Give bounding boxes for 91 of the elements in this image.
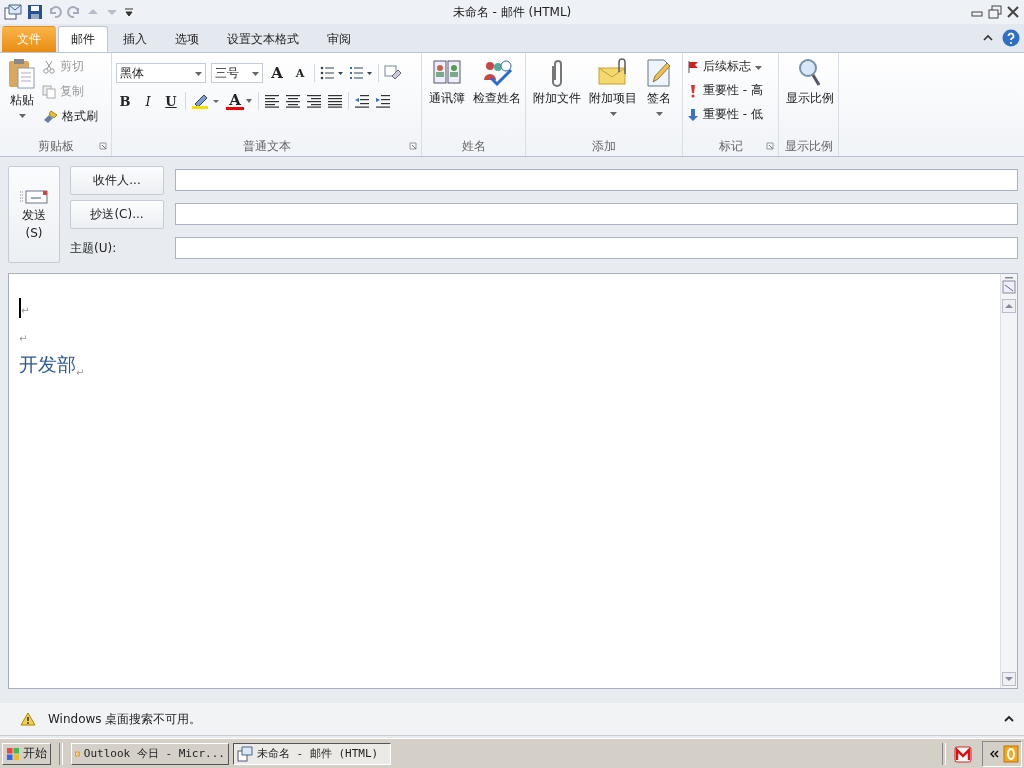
ribbon-tab[interactable]: 插入 [110, 26, 160, 52]
body-text: 开发部 [19, 352, 76, 377]
dropdown-caret-icon[interactable] [245, 98, 253, 104]
scrollbar[interactable] [1000, 274, 1017, 688]
include-button[interactable]: 附加项目 [586, 56, 640, 119]
grow-font-button[interactable]: A [268, 63, 286, 83]
subject-field[interactable] [175, 237, 1018, 259]
zoom-button[interactable]: 显示比例 [783, 56, 837, 109]
send-button[interactable]: 发送 (S) [8, 165, 60, 263]
italic-button[interactable]: I [139, 91, 157, 111]
close-icon[interactable] [1006, 5, 1020, 19]
envelope-clip-icon [597, 58, 629, 88]
save-icon[interactable] [27, 4, 43, 20]
align-icon[interactable] [327, 94, 343, 108]
align-icon[interactable] [306, 94, 322, 108]
copy-icon [42, 84, 56, 99]
paragraph-mark: ↵ [76, 367, 85, 378]
font-color-button[interactable]: A [226, 92, 244, 110]
bold-button[interactable]: B [116, 91, 134, 111]
clipboard-button[interactable]: 格式刷 [42, 106, 98, 127]
tag-button[interactable]: 重要性 - 低 [687, 104, 763, 125]
tag-button[interactable]: 后续标志 [687, 56, 763, 77]
message-icon [237, 745, 253, 762]
scissors-icon [42, 59, 56, 74]
dialog-launcher-icon[interactable] [99, 142, 107, 150]
paragraph-mark: ↵ [21, 305, 30, 316]
people-check-icon [481, 58, 513, 88]
expand-caret-icon[interactable] [1004, 715, 1014, 723]
help-icon[interactable] [1002, 29, 1020, 47]
highlighter-icon[interactable] [191, 92, 221, 110]
shrink-font-button[interactable]: A [291, 63, 309, 83]
group-label: 标记 [718, 137, 743, 155]
group-label: 显示比例 [784, 137, 833, 155]
taskbar-button[interactable]: 未命名 - 邮件 (HTML) [233, 742, 391, 765]
brush-icon [42, 109, 58, 124]
group-label: 添加 [592, 137, 616, 155]
restore-icon[interactable] [988, 5, 1002, 19]
taskbar-button[interactable]: Outlook 今日 - Micr... [71, 742, 229, 765]
tray-app-icon[interactable] [954, 744, 972, 763]
check-names-button[interactable]: 检查姓名 [470, 56, 524, 109]
increase-indent-icon[interactable] [375, 94, 391, 108]
ribbon-tab[interactable]: 审阅 [314, 26, 364, 52]
address-book-button[interactable]: 通讯簿 [426, 56, 468, 109]
flag-icon [687, 59, 699, 74]
font-name-dropdown[interactable]: 黑体 [116, 63, 206, 83]
dialog-launcher-icon[interactable] [766, 142, 774, 150]
message-icon[interactable] [4, 4, 22, 20]
align-icon[interactable] [264, 94, 280, 108]
paste-button[interactable]: 粘贴 [4, 56, 40, 121]
status-message: Windows 桌面搜索不可用。 [48, 710, 202, 728]
cc-field[interactable] [175, 203, 1018, 225]
tag-button[interactable]: 重要性 - 高 [687, 80, 763, 101]
dropdown-caret-icon[interactable] [252, 72, 259, 77]
group-label: 姓名 [461, 137, 486, 155]
decrease-indent-icon[interactable] [354, 94, 370, 108]
dropdown-caret-icon[interactable] [755, 65, 762, 71]
down-arrow-icon [687, 107, 699, 122]
show-hidden-icons-icon[interactable] [989, 748, 999, 759]
font-size-dropdown[interactable]: 三号 [211, 63, 263, 83]
include-button[interactable]: 附加文件 [530, 56, 584, 109]
to-field[interactable] [175, 169, 1018, 191]
dropdown-caret-icon[interactable] [655, 112, 663, 117]
magnifier-icon [798, 58, 822, 88]
ribbon-tab[interactable]: 设置文本格式 [214, 26, 312, 52]
scroll-up-icon[interactable] [1002, 299, 1016, 313]
start-button[interactable]: 开始 [2, 742, 51, 765]
group-label: 普通文本 [242, 137, 291, 155]
cc-button[interactable]: 抄送(C)... [70, 199, 164, 229]
dialog-launcher-icon[interactable] [409, 142, 417, 150]
dropdown-caret-icon[interactable] [195, 72, 202, 77]
warning-icon [20, 712, 36, 726]
envelope-icon [19, 188, 49, 205]
group-label: 剪贴板 [37, 137, 74, 155]
dropdown-caret-icon[interactable] [18, 114, 26, 119]
window-title: 未命名 - 邮件 (HTML) [452, 3, 572, 21]
clipboard-icon [7, 58, 37, 90]
scroll-down-icon[interactable] [1002, 672, 1016, 686]
paragraph-mark: ↵ [19, 333, 28, 344]
align-icon[interactable] [285, 94, 301, 108]
collapse-ribbon-icon[interactable] [982, 33, 994, 43]
pencil-page-icon [645, 58, 673, 88]
ribbon-tab[interactable]: 选项 [162, 26, 212, 52]
windows-flag-icon [6, 746, 20, 761]
to-button[interactable]: 收件人... [70, 165, 164, 195]
numbering-icon[interactable] [349, 66, 373, 80]
include-button[interactable]: 签名 [642, 56, 676, 119]
bullets-icon[interactable] [320, 66, 344, 80]
ribbon-tab[interactable]: 邮件 [58, 26, 108, 52]
dropdown-caret-icon[interactable] [609, 112, 617, 117]
underline-button[interactable]: U [162, 91, 180, 111]
subject-label: 主题(U): [70, 239, 118, 257]
